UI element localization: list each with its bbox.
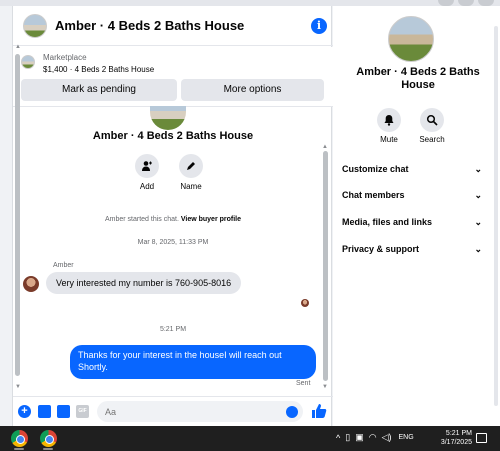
details-scrollbar[interactable] — [494, 26, 498, 406]
bell-icon[interactable] — [377, 108, 401, 132]
chevron-down-icon[interactable]: ⌄ — [474, 210, 482, 234]
thumbs-up-icon[interactable] — [311, 403, 327, 419]
chat-panel: Amber · 4 Beds 2 Baths House i Marketpla… — [12, 6, 333, 426]
system-tray: ^ ▯ ▣ ◠ ◁) ENG — [336, 432, 414, 443]
taskbar: ^ ▯ ▣ ◠ ◁) ENG 5:21 PM 3/17/2025 — [0, 426, 500, 451]
started-text: Amber started this chat. — [104, 216, 179, 223]
clock-time: 5:21 PM — [445, 430, 472, 437]
search-icon[interactable] — [420, 108, 444, 132]
outgoing-message[interactable]: Thanks for your interest in the houseI w… — [70, 345, 316, 379]
chevron-up-icon[interactable]: ^ — [336, 433, 340, 443]
pencil-icon[interactable] — [179, 154, 203, 178]
conversation-details-panel: Amber · 4 Beds 2 Baths House Mute Search… — [333, 6, 500, 426]
left-scroll-down-arrow[interactable]: ▼ — [15, 384, 21, 390]
chat-members-row[interactable]: Chat members ⌄ — [342, 183, 482, 207]
messages-scroll-down-arrow[interactable]: ▼ — [322, 384, 328, 390]
name-label: Name — [180, 182, 202, 191]
active-indicator-2 — [43, 448, 53, 450]
messages-scroll-up-arrow[interactable]: ▲ — [322, 144, 328, 150]
device-icon[interactable]: ▯ — [345, 432, 350, 443]
notification-app-icon[interactable]: ▣ — [355, 432, 364, 443]
sticker-icon[interactable] — [57, 405, 70, 418]
messages-scrollbar-thumb[interactable] — [323, 151, 328, 381]
chrome-app-icon[interactable] — [11, 430, 28, 447]
volume-icon[interactable]: ◁) — [382, 432, 392, 443]
listing-price-title[interactable]: $1,400 · 4 Beds 2 Baths House — [43, 65, 154, 74]
message-input[interactable] — [97, 401, 303, 422]
timestamp-first: Mar 8, 2025, 11:33 PM — [137, 239, 209, 246]
clock[interactable]: 5:21 PM 3/17/2025 — [436, 429, 472, 447]
sent-status: Sent — [296, 380, 311, 387]
active-indicator — [14, 448, 24, 450]
privacy-support-label: Privacy & support — [342, 244, 420, 254]
chat-members-label: Chat members — [342, 190, 405, 200]
info-icon[interactable]: i — [311, 18, 327, 34]
chrome-app-icon-2[interactable] — [40, 430, 57, 447]
conversation-title: Amber · 4 Beds 2 Baths House — [92, 130, 254, 142]
seen-indicator-avatar — [301, 299, 309, 307]
privacy-support-row[interactable]: Privacy & support ⌄ — [342, 237, 482, 261]
listing-thumbnail[interactable] — [21, 55, 35, 69]
header-avatar[interactable] — [23, 13, 47, 38]
chat-started-note: Amber started this chat. View buyer prof… — [13, 216, 333, 223]
wifi-icon[interactable]: ◠ — [369, 432, 377, 443]
mark-as-pending-button[interactable]: Mark as pending — [21, 79, 177, 101]
sender-avatar[interactable] — [23, 276, 39, 292]
add-action[interactable]: Add — [127, 154, 167, 191]
notifications-icon[interactable] — [476, 433, 487, 443]
customize-chat-label: Customize chat — [342, 164, 409, 174]
timestamp-second: 5:21 PM — [159, 326, 187, 333]
name-action[interactable]: Name — [171, 154, 211, 191]
add-person-icon[interactable] — [135, 154, 159, 178]
message-composer: + GIF — [13, 396, 333, 426]
details-title: Amber · 4 Beds 2 Baths House — [356, 66, 480, 91]
incoming-message[interactable]: Very interested my number is 760-905-801… — [46, 272, 242, 294]
media-files-links-row[interactable]: Media, files and links ⌄ — [342, 210, 482, 234]
left-scroll-up-arrow[interactable]: ▲ — [15, 44, 21, 50]
add-label: Add — [139, 182, 155, 191]
marketplace-label: Marketplace — [43, 53, 87, 62]
media-files-links-label: Media, files and links — [342, 217, 433, 227]
gif-icon[interactable]: GIF — [76, 405, 89, 418]
more-options-button[interactable]: More options — [181, 79, 324, 101]
view-buyer-profile-link[interactable]: View buyer profile — [181, 216, 241, 223]
chevron-down-icon[interactable]: ⌄ — [474, 183, 482, 207]
plus-icon[interactable]: + — [18, 405, 31, 418]
conversation-avatar — [150, 106, 186, 130]
sender-name: Amber — [53, 262, 74, 269]
search-action[interactable]: Search — [412, 108, 452, 144]
mute-label: Mute — [380, 135, 398, 144]
marketplace-bar: Marketplace $1,400 · 4 Beds 2 Baths Hous… — [13, 47, 333, 107]
emoji-icon[interactable] — [286, 406, 298, 418]
mute-action[interactable]: Mute — [369, 108, 409, 144]
search-label: Search — [419, 135, 445, 144]
chat-title[interactable]: Amber · 4 Beds 2 Baths House — [55, 18, 244, 33]
chevron-down-icon[interactable]: ⌄ — [474, 157, 482, 181]
photo-icon[interactable] — [38, 405, 51, 418]
language-indicator[interactable]: ENG — [398, 434, 413, 441]
clock-date: 3/17/2025 — [440, 439, 472, 446]
details-avatar[interactable] — [388, 16, 434, 62]
chat-header: Amber · 4 Beds 2 Baths House i — [13, 6, 333, 46]
customize-chat-row[interactable]: Customize chat ⌄ — [342, 157, 482, 181]
chevron-down-icon[interactable]: ⌄ — [474, 237, 482, 261]
